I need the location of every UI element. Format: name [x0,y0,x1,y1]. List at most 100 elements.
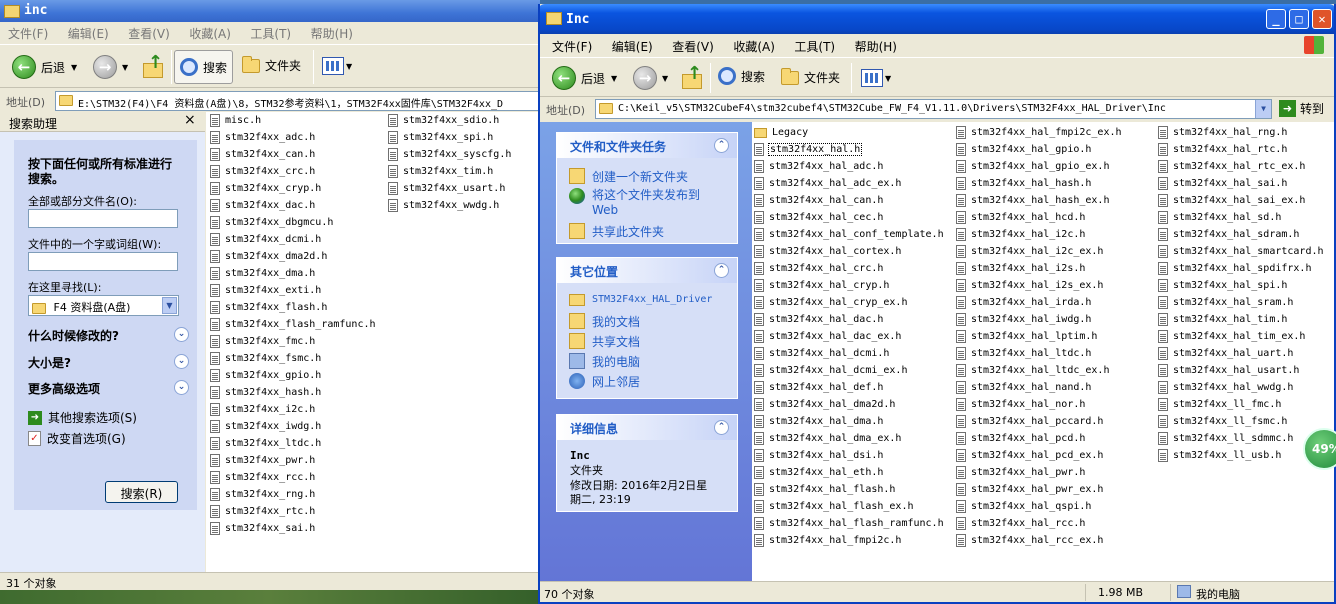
file-item[interactable]: stm32f4xx_hash.h [210,384,321,401]
file-item[interactable]: stm32f4xx_hal_hcd.h [956,209,1085,226]
file-item[interactable]: stm32f4xx_tim.h [388,163,493,180]
folders-button[interactable]: 文件夹 [781,67,840,86]
dropdown-arrow-icon[interactable]: ▼ [122,63,128,72]
file-item[interactable]: stm32f4xx_hal_ltdc_ex.h [956,362,1109,379]
file-item[interactable]: stm32f4xx_dma.h [210,265,315,282]
file-item[interactable]: stm32f4xx_hal_spi.h [1158,277,1287,294]
file-item[interactable]: stm32f4xx_hal_cortex.h [754,243,901,260]
left-title-bar[interactable]: inc [0,0,540,22]
share-folder-link[interactable]: 共享此文件夹 [569,223,664,240]
search-button[interactable]: 搜索 [174,50,234,84]
place-my-documents[interactable]: 我的文档 [569,313,640,330]
file-item[interactable]: stm32f4xx_hal_i2c_ex.h [956,243,1103,260]
file-item[interactable]: stm32f4xx_hal_pccard.h [956,413,1103,430]
size-row[interactable]: 大小是? ⌄ [28,354,189,371]
file-item[interactable]: stm32f4xx_ll_usb.h [1158,447,1281,464]
menu-help[interactable]: 帮助(H) [303,22,361,42]
chevron-down-icon[interactable]: ▼ [1255,100,1271,118]
file-item[interactable]: stm32f4xx_hal_dma.h [754,413,883,430]
file-item[interactable]: stm32f4xx_hal_i2s_ex.h [956,277,1103,294]
file-item[interactable]: stm32f4xx_hal_can.h [754,192,883,209]
address-input[interactable]: C:\Keil_v5\STM32CubeF4\stm32cubef4\STM32… [595,99,1272,119]
dropdown-arrow-icon[interactable]: ▼ [346,62,352,71]
menu-edit[interactable]: 编辑(E) [60,22,117,42]
file-item[interactable]: stm32f4xx_hal_sram.h [1158,294,1293,311]
file-item[interactable]: stm32f4xx_spi.h [388,129,493,146]
file-item[interactable]: stm32f4xx_hal_sdram.h [1158,226,1299,243]
maximize-button[interactable]: □ [1289,9,1309,29]
file-item[interactable]: stm32f4xx_hal_conf_template.h [754,226,944,243]
file-item[interactable]: stm32f4xx_hal_dac.h [754,311,883,328]
other-options-link[interactable]: ➜ 其他搜索选项(S) [28,409,137,426]
menu-file[interactable]: 文件(F) [540,34,600,55]
file-item[interactable]: stm32f4xx_ll_sdmmc.h [1158,430,1293,447]
menu-tools[interactable]: 工具(T) [242,22,299,42]
views-button[interactable]: ▼ [322,57,352,75]
close-icon[interactable]: × [184,112,196,128]
other-places-header[interactable]: 其它位置 ⌃ [557,258,737,283]
file-item[interactable]: stm32f4xx_hal_wwdg.h [1158,379,1293,396]
file-item[interactable]: stm32f4xx_hal_dsi.h [754,447,883,464]
file-item[interactable]: stm32f4xx_crc.h [210,163,315,180]
place-network[interactable]: 网上邻居 [569,373,640,390]
file-item[interactable]: stm32f4xx_ltdc.h [210,435,321,452]
file-item[interactable]: stm32f4xx_hal_gpio.h [956,141,1091,158]
file-item[interactable]: stm32f4xx_hal_cryp.h [754,277,889,294]
menu-help[interactable]: 帮助(H) [847,34,905,55]
file-item[interactable]: stm32f4xx_dbgmcu.h [210,214,333,231]
file-item[interactable]: stm32f4xx_rtc.h [210,503,315,520]
chevron-down-icon[interactable]: ▼ [162,297,177,314]
file-item[interactable]: stm32f4xx_hal_dac_ex.h [754,328,901,345]
file-item[interactable]: stm32f4xx_hal_dcmi_ex.h [754,362,907,379]
dropdown-arrow-icon[interactable]: ▼ [611,74,617,83]
file-item[interactable]: stm32f4xx_hal_tim.h [1158,311,1287,328]
file-item[interactable]: stm32f4xx_hal_eth.h [754,464,883,481]
file-item[interactable]: stm32f4xx_hal_adc_ex.h [754,175,901,192]
menu-favorites[interactable]: 收藏(A) [181,22,239,42]
up-folder-button[interactable] [142,52,164,78]
file-item[interactable]: stm32f4xx_dac.h [210,197,315,214]
file-item[interactable]: stm32f4xx_hal_hash_ex.h [956,192,1109,209]
chevron-down-icon[interactable]: ⌄ [174,380,189,395]
lookin-select[interactable]: F4 资料盘(A盘) ▼ [28,295,179,316]
file-item[interactable]: stm32f4xx_hal_rtc.h [1158,141,1287,158]
file-item[interactable]: stm32f4xx_ll_fmc.h [1158,396,1281,413]
file-item[interactable]: Legacy [754,124,808,141]
file-item[interactable]: stm32f4xx_hal_gpio_ex.h [956,158,1109,175]
dropdown-arrow-icon[interactable]: ▼ [662,74,668,83]
file-item[interactable]: stm32f4xx_fsmc.h [210,350,321,367]
file-item[interactable]: stm32f4xx_rng.h [210,486,315,503]
file-item[interactable]: stm32f4xx_i2c.h [210,401,315,418]
file-item[interactable]: stm32f4xx_hal_usart.h [1158,362,1299,379]
file-item[interactable]: stm32f4xx_hal_smartcard.h [1158,243,1324,260]
chevron-up-icon[interactable]: ⌃ [714,138,729,153]
file-item[interactable]: stm32f4xx_syscfg.h [388,146,511,163]
file-item[interactable]: stm32f4xx_flash_ramfunc.h [210,316,376,333]
file-item[interactable]: stm32f4xx_hal_dma2d.h [754,396,895,413]
file-item[interactable]: stm32f4xx_hal_ltdc.h [956,345,1091,362]
file-item[interactable]: stm32f4xx_wwdg.h [388,197,499,214]
file-item[interactable]: stm32f4xx_sai.h [210,520,315,537]
file-item[interactable]: stm32f4xx_flash.h [210,299,327,316]
menu-tools[interactable]: 工具(T) [786,34,843,55]
menu-file[interactable]: 文件(F) [0,22,56,42]
place-my-computer[interactable]: 我的电脑 [569,353,640,370]
file-item[interactable]: stm32f4xx_hal_i2c.h [956,226,1085,243]
file-item[interactable]: stm32f4xx_hal_lptim.h [956,328,1097,345]
publish-web-link[interactable]: 将这个文件夹发布到 Web [569,188,719,218]
file-item[interactable]: stm32f4xx_hal_cec.h [754,209,883,226]
go-button[interactable]: ➜ 转到 [1279,100,1324,117]
file-item[interactable]: stm32f4xx_hal_rtc_ex.h [1158,158,1305,175]
file-item[interactable]: stm32f4xx_hal_pwr_ex.h [956,481,1103,498]
file-item[interactable]: stm32f4xx_hal_uart.h [1158,345,1293,362]
change-prefs-link[interactable]: ✓ 改变首选项(G) [28,430,126,447]
file-item[interactable]: stm32f4xx_exti.h [210,282,321,299]
when-modified-row[interactable]: 什么时候修改的? ⌄ [28,327,189,344]
file-item[interactable]: stm32f4xx_iwdg.h [210,418,321,435]
file-item[interactable]: stm32f4xx_can.h [210,146,315,163]
dropdown-arrow-icon[interactable]: ▼ [885,74,891,83]
place-parent-folder[interactable]: STM32F4xx_HAL_Driver [569,294,712,306]
file-item[interactable]: misc.h [210,112,261,129]
file-item[interactable]: stm32f4xx_hal_hash.h [956,175,1091,192]
file-item[interactable]: stm32f4xx_hal_nand.h [956,379,1091,396]
